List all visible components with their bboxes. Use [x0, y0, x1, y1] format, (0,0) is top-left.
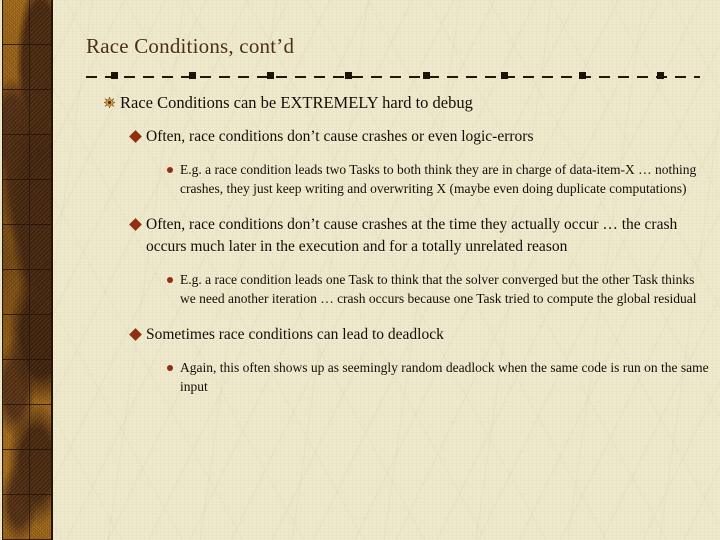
bullet-text: E.g. a race condition leads one Task to … — [180, 272, 697, 306]
presentation-slide: Race Conditions, cont’d Race Conditions … — [0, 0, 720, 540]
bullet-item-level1: Race Conditions can be EXTREMELY hard to… — [0, 92, 720, 114]
bullet-item-level2: Often, race conditions don’t cause crash… — [0, 126, 720, 148]
bullet-item-level3: Again, this often shows up as seemingly … — [0, 358, 720, 396]
bullet-item-level2: Sometimes race conditions can lead to de… — [0, 324, 720, 346]
divider-stud — [111, 72, 118, 79]
divider-stud — [657, 72, 664, 79]
bullet-item-level2: Often, race conditions don’t cause crash… — [0, 214, 720, 258]
dot-bullet-icon — [160, 270, 180, 283]
bullet-item-level3: E.g. a race condition leads two Tasks to… — [0, 160, 720, 198]
title-block: Race Conditions, cont’d — [86, 34, 294, 59]
bullet-list: Race Conditions can be EXTREMELY hard to… — [0, 92, 720, 398]
title-divider — [86, 71, 700, 82]
divider-stud — [267, 72, 274, 79]
diamond-bullet-icon — [124, 126, 146, 143]
bullet-text: Often, race conditions don’t cause crash… — [146, 128, 534, 145]
divider-stud — [423, 72, 430, 79]
divider-dash-line — [86, 76, 700, 78]
diamond-bullet-icon — [124, 324, 146, 341]
page-title: Race Conditions, cont’d — [86, 34, 295, 58]
dot-bullet-icon — [160, 160, 180, 173]
bullet-text: E.g. a race condition leads two Tasks to… — [180, 162, 697, 196]
divider-stud — [189, 72, 196, 79]
diamond-bullet-icon — [124, 214, 146, 231]
bullet-text: Often, race conditions don’t cause crash… — [146, 216, 678, 255]
bullet-text: Sometimes race conditions can lead to de… — [146, 326, 444, 343]
divider-stud — [501, 72, 508, 79]
bullet-text: Again, this often shows up as seemingly … — [180, 360, 709, 394]
dot-bullet-icon — [160, 358, 180, 371]
divider-stud — [345, 72, 352, 79]
star-bullet-icon — [98, 92, 120, 108]
bullet-item-level3: E.g. a race condition leads one Task to … — [0, 270, 720, 308]
divider-stud — [579, 72, 586, 79]
bullet-text: Race Conditions can be EXTREMELY hard to… — [120, 93, 473, 112]
